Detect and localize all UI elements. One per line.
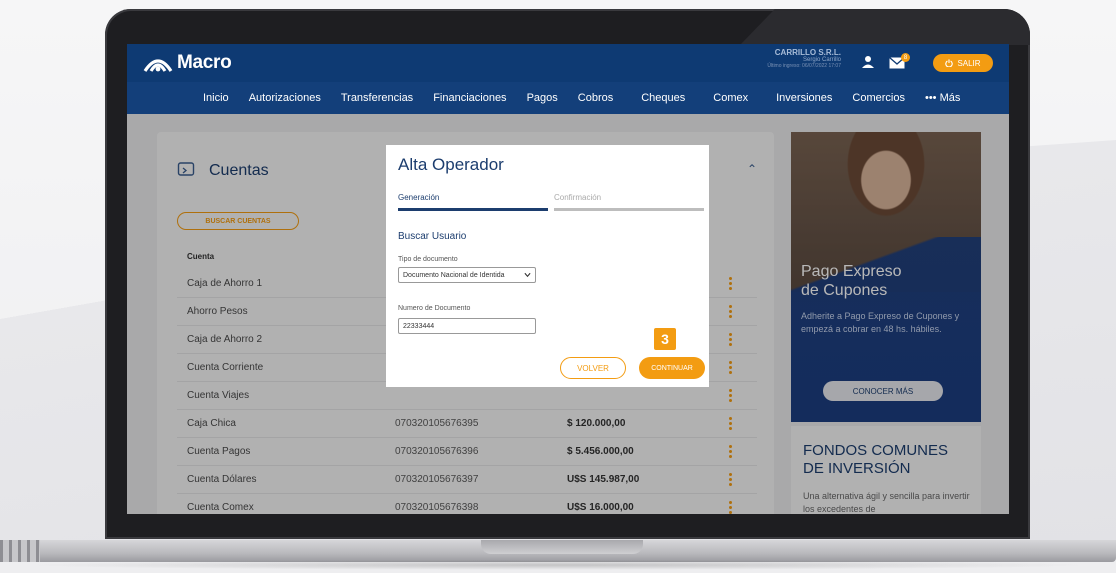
laptop-notch bbox=[481, 540, 643, 554]
modal-title: Alta Operador bbox=[398, 155, 504, 174]
nav-cobros[interactable]: Cobros bbox=[578, 92, 613, 104]
top-bar: Macro CARRILLO S.R.L. Sergio Carrillo Úl… bbox=[127, 44, 1009, 82]
nav-transferencias[interactable]: Transferencias bbox=[341, 92, 413, 104]
nav-comex[interactable]: Comex bbox=[713, 92, 748, 104]
nav-comercios[interactable]: Comercios bbox=[852, 92, 905, 104]
messages-button[interactable]: 8 bbox=[889, 53, 911, 71]
doc-number-input[interactable] bbox=[398, 318, 536, 334]
nav-financiaciones[interactable]: Financiaciones bbox=[433, 92, 506, 104]
lid-reflection bbox=[740, 9, 1030, 45]
company-name: CARRILLO S.R.L. bbox=[774, 48, 841, 57]
nav-inicio[interactable]: Inicio bbox=[203, 92, 229, 104]
step-confirmacion: Confirmación bbox=[554, 193, 602, 202]
nav-autorizaciones[interactable]: Autorizaciones bbox=[249, 92, 321, 104]
user-info: CARRILLO S.R.L. Sergio Carrillo Último i… bbox=[733, 48, 841, 69]
macro-logo-icon bbox=[143, 59, 173, 72]
laptop-shadow bbox=[20, 560, 1096, 570]
nav-cheques[interactable]: Cheques bbox=[641, 92, 685, 104]
app-screen: Macro CARRILLO S.R.L. Sergio Carrillo Úl… bbox=[127, 44, 1009, 514]
logout-button[interactable]: SALIR bbox=[933, 54, 993, 72]
doc-type-value: Documento Nacional de Identida bbox=[403, 271, 505, 279]
user-icon[interactable] bbox=[861, 55, 875, 69]
section-buscar-usuario: Buscar Usuario bbox=[398, 231, 467, 242]
step-bar-inactive bbox=[554, 208, 704, 211]
step-generacion: Generación bbox=[398, 193, 440, 202]
doc-type-label: Tipo de documento bbox=[398, 256, 458, 263]
volver-button[interactable]: VOLVER bbox=[560, 357, 626, 379]
doc-type-select[interactable]: Documento Nacional de Identida bbox=[398, 267, 536, 283]
nav-inversiones[interactable]: Inversiones bbox=[776, 92, 832, 104]
nav-mas[interactable]: ••• Más bbox=[925, 92, 960, 104]
alta-operador-modal: Alta Operador Generación Confirmación Bu… bbox=[386, 145, 709, 387]
notification-badge: 8 bbox=[901, 53, 910, 62]
doc-number-label: Numero de Documento bbox=[398, 305, 471, 312]
step-bar-active bbox=[398, 208, 548, 211]
logout-label: SALIR bbox=[957, 58, 981, 68]
brand-name: Macro bbox=[177, 52, 232, 73]
step-number-badge: 3 bbox=[654, 328, 676, 350]
nav-pagos[interactable]: Pagos bbox=[527, 92, 558, 104]
main-nav: Inicio Autorizaciones Transferencias Fin… bbox=[127, 82, 1009, 114]
power-icon bbox=[945, 59, 954, 67]
last-login: Último ingreso: 06/07/2022 17:07 bbox=[767, 63, 841, 69]
brand-logo[interactable]: Macro bbox=[143, 52, 232, 74]
laptop-vents bbox=[0, 540, 40, 562]
continuar-button[interactable]: CONTINUAR bbox=[639, 357, 705, 379]
chevron-down-icon bbox=[524, 272, 531, 278]
